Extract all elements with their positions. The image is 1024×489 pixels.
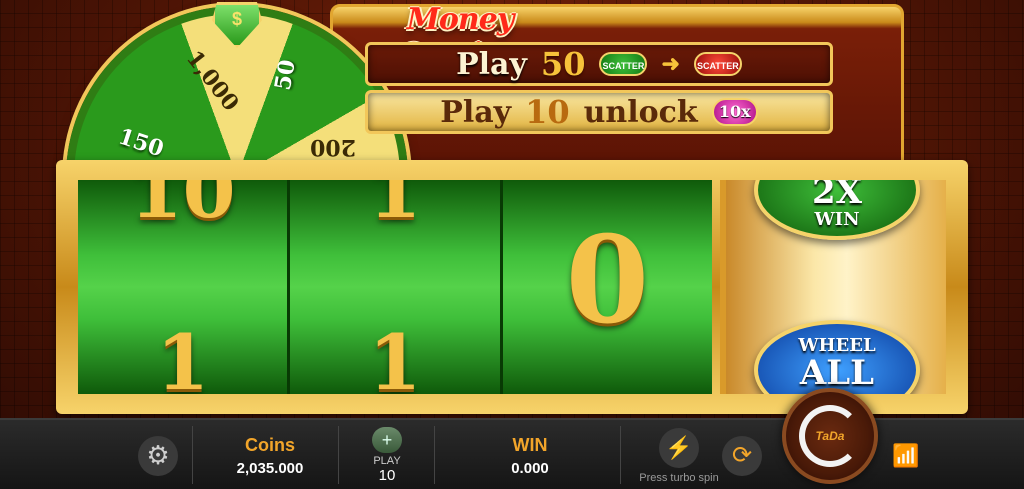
medal-wheel-all: WHEEL ALL: [754, 320, 920, 394]
coins-value: 2,035.000: [236, 459, 304, 477]
reel2-symbol-bottom: 1: [368, 318, 422, 394]
reel2-symbol-top: 1: [368, 180, 422, 235]
play-value: 10: [378, 467, 396, 484]
banner2-word-play: Play: [440, 94, 512, 130]
dollar-icon: $: [231, 9, 242, 29]
reel3-symbol-middle: 0: [565, 210, 650, 351]
reel-2: 1 1: [290, 180, 503, 394]
wheel-segment-200: 200: [310, 134, 356, 160]
lightning-icon: ⚡: [659, 427, 699, 468]
spin-button[interactable]: TaDa: [782, 388, 878, 484]
banner-scatter-rule: Play 50 SCATTER ➜ SCATTER: [365, 42, 833, 86]
bonus-reel: 2X WIN WHEEL ALL: [720, 180, 946, 394]
banner-unlock-rule: Play 10 unlock 10x: [365, 90, 833, 134]
banner1-number: 50: [540, 45, 586, 83]
autoplay-icon: ⟳: [722, 435, 762, 476]
turbo-label: Press turbo spin: [639, 471, 719, 484]
gear-icon: ⚙: [138, 435, 178, 476]
divider: [192, 426, 193, 484]
settings-button[interactable]: ⚙: [130, 420, 186, 489]
wheel-segment-1000: 1,000: [180, 45, 244, 117]
reel1-symbol-top: 10: [129, 180, 236, 235]
wifi-icon: 📶: [892, 442, 920, 468]
turbo-spin-button[interactable]: ⚡ Press turbo spin: [634, 420, 724, 489]
medal-win-text: WIN: [814, 208, 860, 230]
wheel-segment-50: 50: [269, 57, 301, 93]
banner1-word: Play: [456, 46, 527, 82]
reel-3: 0: [502, 180, 712, 394]
coin-stack-plus-icon: +: [372, 427, 402, 453]
spin-icon: TaDa: [799, 405, 861, 467]
play-bet-button[interactable]: + PLAY 10: [352, 420, 422, 489]
reel-1: 10 1: [78, 180, 291, 394]
coins-display: Coins 2,035.000: [200, 420, 340, 489]
divider: [434, 426, 435, 484]
coins-label: Coins: [244, 434, 295, 455]
win-label: WIN: [512, 434, 548, 455]
scatter-red-icon: SCATTER: [693, 52, 742, 76]
reels: 10 1 1 1 0: [78, 180, 712, 394]
divider: [338, 426, 339, 484]
scatter-green-icon: SCATTER: [599, 52, 648, 76]
game-title: Money Coming: [398, 2, 523, 72]
win-value: 0.000: [511, 459, 549, 477]
spin-label: TaDa: [815, 429, 845, 443]
banner2-number: 10: [525, 93, 570, 131]
wheel-segment-150: 150: [115, 123, 167, 163]
multiplier-10x-icon: 10x: [711, 98, 758, 126]
banner2-word-unlock: unlock: [583, 94, 698, 130]
win-display: WIN 0.000: [470, 420, 590, 489]
medal-2x-text: 2X: [811, 180, 863, 212]
medal-all-text: ALL: [799, 352, 875, 393]
arrow-right-icon: ➜: [661, 51, 680, 76]
medal-2x-win: 2X WIN: [754, 180, 920, 240]
play-label: PLAY: [373, 455, 401, 467]
divider: [620, 426, 621, 484]
reel1-symbol-bottom: 1: [156, 318, 210, 394]
autoplay-button[interactable]: ⟳: [718, 420, 766, 489]
